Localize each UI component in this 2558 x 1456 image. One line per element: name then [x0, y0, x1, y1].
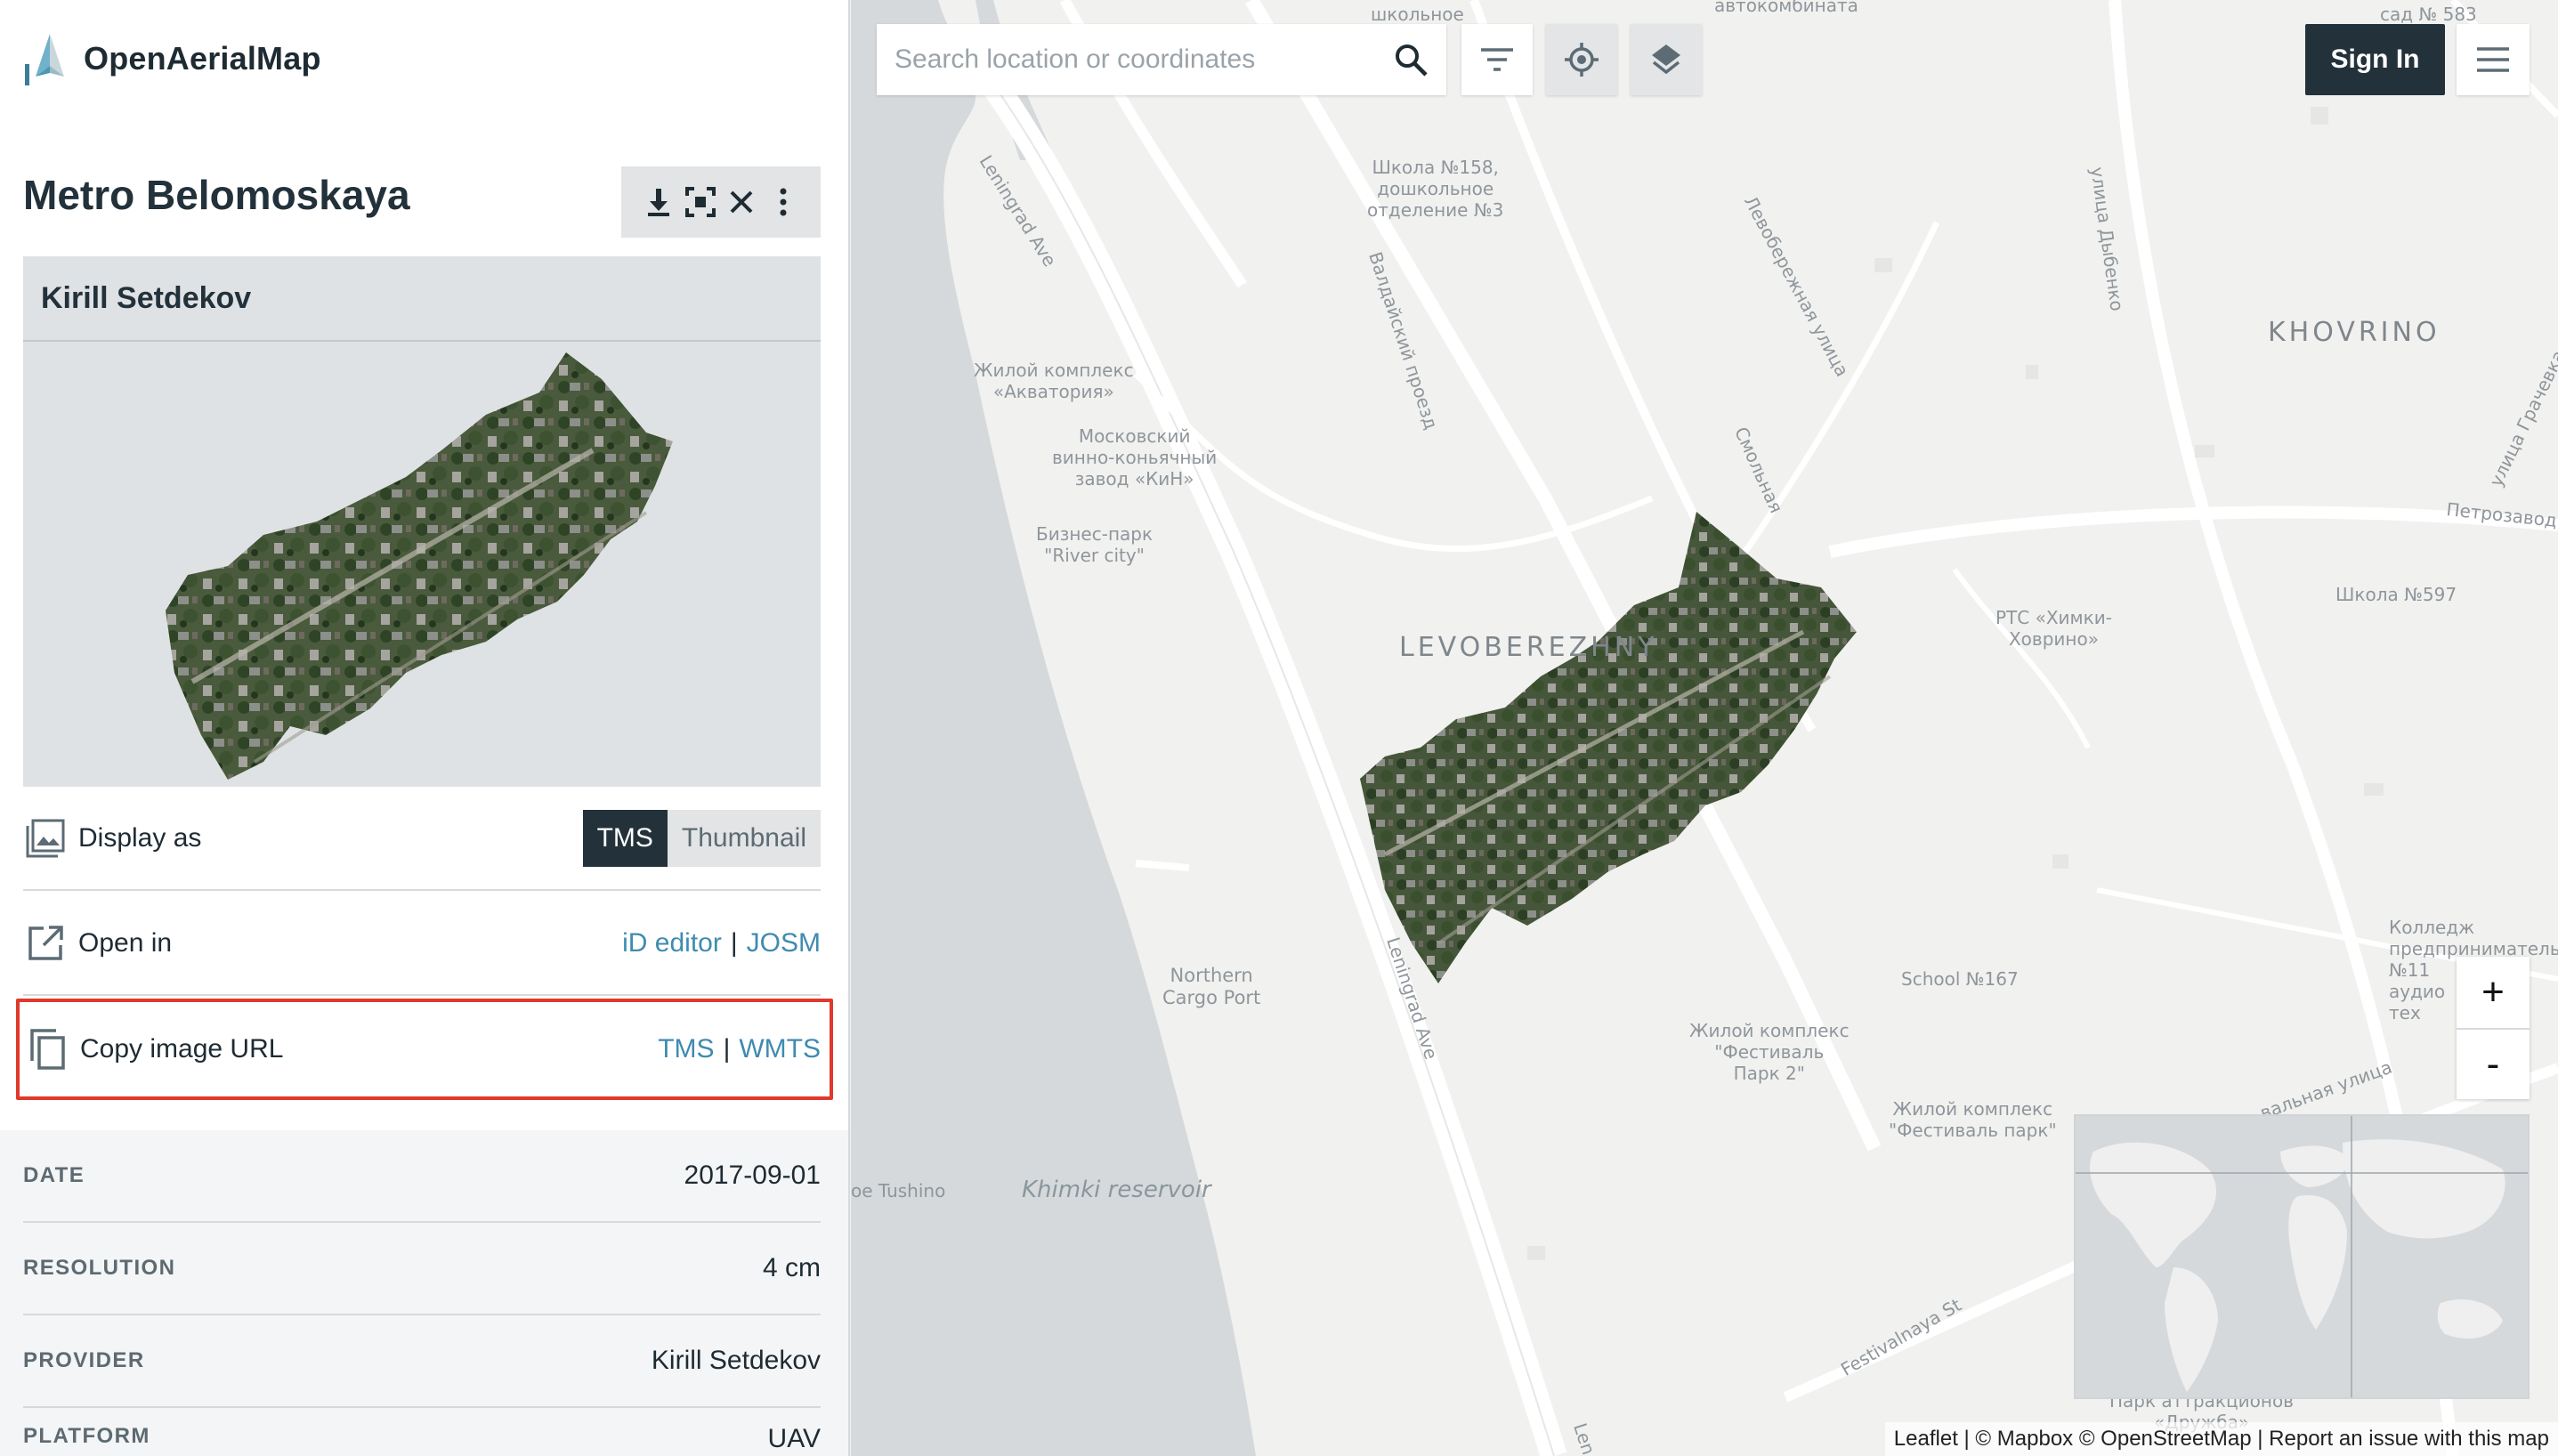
zoom-out-button[interactable]: - — [2457, 1028, 2530, 1099]
copy-wmts-link[interactable]: WMTS — [739, 1034, 821, 1064]
sign-in-button[interactable]: Sign In — [2305, 24, 2445, 95]
map-label-school-167: School №167 — [1901, 968, 2019, 990]
metadata-value: UAV — [767, 1424, 821, 1453]
open-in-josm-link[interactable]: JOSM — [747, 928, 821, 958]
map-label-school-597: Школа №597 — [2335, 584, 2457, 605]
display-tms-option[interactable]: TMS — [582, 810, 668, 867]
map-label-festival-park: Жилой комплекс "Фестиваль парк" — [1889, 1098, 2057, 1141]
map-label-business-park: Бизнес-парк "River city" — [1036, 523, 1154, 566]
map-label-northern-cargo-port: Northern Cargo Port — [1162, 965, 1261, 1009]
map-label-levoberezhny: LEVOBEREZHNY — [1399, 632, 1658, 663]
search-input[interactable] — [894, 44, 1393, 75]
download-button[interactable] — [641, 182, 676, 222]
download-icon — [648, 189, 670, 216]
metadata-key: PROVIDER — [23, 1348, 145, 1372]
filter-button[interactable] — [1461, 24, 1533, 95]
close-scene-button[interactable] — [724, 182, 759, 222]
layers-button[interactable] — [1631, 24, 1702, 95]
metadata-key: RESOLUTION — [23, 1256, 176, 1280]
display-as-label: Display as — [78, 823, 202, 853]
map-label-akvatoria: Жилой комплекс «Акватория» — [974, 360, 1134, 402]
open-in-links: iD editor | JOSM — [622, 928, 821, 959]
more-vertical-icon — [780, 188, 787, 216]
search-box — [877, 24, 1446, 95]
copy-icon — [25, 1027, 69, 1072]
image-icon — [23, 816, 68, 861]
metadata-value: Kirill Setdekov — [651, 1346, 821, 1375]
copy-url-links: TMS | WMTS — [658, 1034, 821, 1064]
map-label-tushino: oe Tushino — [851, 1180, 946, 1201]
layers-icon — [1652, 44, 1680, 75]
search-icon[interactable] — [1393, 42, 1429, 77]
metadata-key: DATE — [23, 1163, 85, 1187]
focus-icon — [684, 187, 716, 217]
map-label-school-158: Школа №158, дошкольное отделение №3 — [1367, 157, 1504, 221]
map-label-kin-plant: Московский винно-коньячный завод «КиН» — [1052, 425, 1218, 489]
scene-metadata: DATE 2017-09-01 RESOLUTION 4 cm PROVIDER… — [0, 1130, 848, 1456]
copy-image-url-label: Copy image URL — [80, 1034, 284, 1064]
brand-name: OpenAerialMap — [84, 40, 321, 77]
metadata-row-date: DATE 2017-09-01 — [23, 1130, 821, 1223]
display-as-row: Display as TMS Thumbnail — [23, 788, 821, 891]
crosshair-icon — [1565, 43, 1599, 77]
world-map-icon — [2076, 1116, 2528, 1397]
metadata-key: PLATFORM — [23, 1424, 150, 1448]
external-link-icon — [23, 921, 68, 966]
zoom-to-scene-button[interactable] — [683, 182, 718, 222]
link-separator: | — [730, 928, 738, 958]
map-label-festival-park-2: Жилой комплекс "Фестиваль Парк 2" — [1689, 1020, 1850, 1084]
openaerialmap-logo-icon — [25, 34, 64, 85]
open-in-row: Open in iD editor | JOSM — [23, 893, 821, 996]
metadata-row-resolution: RESOLUTION 4 cm — [23, 1223, 821, 1315]
zoom-in-button[interactable]: + — [2457, 957, 2530, 1028]
menu-button[interactable] — [2457, 24, 2530, 95]
map-label-top-school: школьное — [1371, 4, 1464, 25]
scene-thumbnail — [166, 352, 673, 780]
sidebar-panel: OpenAerialMap Metro Belomoskaya Kirill S… — [0, 0, 850, 1456]
scene-preview-card: Kirill Setdekov — [23, 256, 821, 787]
more-options-button[interactable] — [765, 182, 801, 222]
filter-icon — [1481, 48, 1513, 71]
scene-toolbar — [621, 166, 821, 238]
brand[interactable]: OpenAerialMap — [23, 30, 321, 87]
metadata-row-provider: PROVIDER Kirill Setdekov — [23, 1315, 821, 1408]
scene-title: Metro Belomoskaya — [23, 172, 410, 218]
scene-owner: Kirill Setdekov — [23, 256, 821, 342]
copy-tms-link[interactable]: TMS — [658, 1034, 714, 1064]
minimap[interactable] — [2074, 1114, 2530, 1399]
display-toggle: TMS Thumbnail — [582, 810, 821, 867]
display-thumbnail-option[interactable]: Thumbnail — [667, 810, 821, 867]
open-in-label: Open in — [78, 928, 173, 958]
link-separator: | — [723, 1034, 731, 1064]
metadata-value: 2017-09-01 — [684, 1161, 821, 1190]
hamburger-menu-icon — [2477, 47, 2509, 72]
locate-button[interactable] — [1546, 24, 1617, 95]
map-label-top-auto: автокомбината — [1714, 0, 1858, 16]
close-icon — [730, 190, 753, 214]
metadata-value: 4 cm — [762, 1253, 821, 1282]
open-in-id-editor-link[interactable]: iD editor — [622, 928, 722, 958]
map-label-top-sad: сад № 583 — [2380, 4, 2477, 25]
map-attribution[interactable]: Leaflet | © Mapbox © OpenStreetMap | Rep… — [1884, 1422, 2558, 1456]
map-label-rts: РТС «Химки- Ховрино» — [1995, 607, 2112, 650]
map-label-khovrino: KHOVRINO — [2268, 317, 2441, 348]
copy-image-url-row: Copy image URL TMS | WMTS — [16, 999, 833, 1100]
metadata-row-platform: PLATFORM UAV — [23, 1408, 821, 1456]
zoom-control: + - — [2457, 957, 2530, 1099]
map-label-khimki-reservoir: Khimki reservoir — [1022, 1177, 1211, 1203]
